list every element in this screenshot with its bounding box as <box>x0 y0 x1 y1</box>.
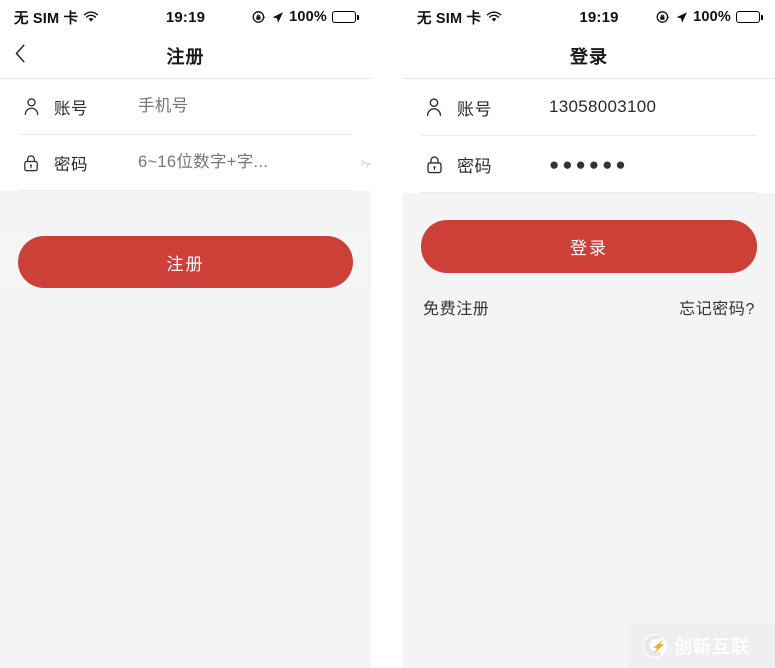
wifi-icon <box>83 11 99 23</box>
rotation-lock-icon <box>252 10 266 24</box>
location-arrow-icon <box>675 11 688 24</box>
register-submit-button[interactable]: 注册 <box>18 236 353 288</box>
password-value[interactable]: ●●●●●● <box>549 156 757 173</box>
location-arrow-icon <box>271 11 284 24</box>
watermark-text: 创新互联 <box>674 637 750 657</box>
battery-full-icon <box>736 11 763 23</box>
register-screen: 无 SIM 卡 19:19 100% 注册 账号 手机号 密码 6~16位数字+… <box>0 0 371 668</box>
password-input[interactable] <box>138 153 358 172</box>
watermark: 创新互联 <box>628 624 775 668</box>
lock-icon <box>18 150 44 176</box>
account-field-row[interactable]: 账号 13058003100 <box>421 79 757 135</box>
register-form: 账号 密码 <box>0 78 371 191</box>
page-title: 登录 <box>570 47 608 67</box>
battery-full-icon <box>332 11 359 23</box>
password-label: 密码 <box>54 155 88 174</box>
account-value[interactable]: 13058003100 <box>549 97 757 117</box>
navigation-bar: 登录 <box>403 34 775 78</box>
eye-closed-icon[interactable] <box>358 152 371 174</box>
battery-percent-label: 100% <box>693 9 731 25</box>
form-bottom-divider <box>18 190 353 191</box>
status-bar: 无 SIM 卡 19:19 100% <box>403 0 775 34</box>
account-label: 账号 <box>457 99 492 119</box>
person-icon <box>421 94 447 120</box>
free-register-link[interactable]: 免费注册 <box>423 295 489 319</box>
account-field-row[interactable]: 账号 <box>18 79 358 134</box>
back-button[interactable] <box>14 41 40 71</box>
account-label: 账号 <box>54 99 88 118</box>
rotation-lock-icon <box>656 10 670 24</box>
dual-screen-comparison: 无 SIM 卡 19:19 100% 注册 账号 手机号 密码 6~16位数字+… <box>0 0 775 668</box>
wifi-icon <box>486 11 502 23</box>
page-title: 注册 <box>166 47 205 67</box>
password-field-row[interactable]: 密码 ●●●●●● <box>421 136 757 192</box>
form-bottom-divider <box>421 192 757 193</box>
status-bar-left: 无 SIM 卡 <box>417 7 502 28</box>
password-label: 密码 <box>457 156 492 176</box>
status-bar-right: 100% <box>252 9 359 25</box>
carrier-label: 无 SIM 卡 <box>417 10 482 27</box>
status-bar-right: 100% <box>656 9 763 25</box>
person-icon <box>18 94 44 120</box>
auth-links-row: 免费注册 忘记密码? <box>421 295 757 319</box>
chuangxin-hulian-logo-icon <box>642 633 668 659</box>
login-screen: 无 SIM 卡 19:19 100% 登录 账号 13058003100 密码 … <box>403 0 775 668</box>
lock-icon <box>421 151 447 177</box>
login-body: 登录 免费注册 忘记密码? <box>403 220 775 319</box>
carrier-label: 无 SIM 卡 <box>14 10 79 27</box>
screen-separator <box>371 0 403 668</box>
login-form: 账号 13058003100 密码 ●●●●●● <box>403 78 775 193</box>
login-submit-button[interactable]: 登录 <box>421 220 757 273</box>
status-bar: 无 SIM 卡 19:19 100% <box>0 0 371 34</box>
status-bar-left: 无 SIM 卡 <box>14 7 99 28</box>
battery-percent-label: 100% <box>289 9 327 25</box>
register-body: 注册 <box>0 236 371 288</box>
password-field-row[interactable]: 密码 <box>18 135 371 190</box>
forgot-password-link[interactable]: 忘记密码? <box>679 295 755 319</box>
account-input[interactable] <box>138 97 358 116</box>
chevron-left-icon <box>14 43 27 69</box>
navigation-bar: 注册 <box>0 34 371 78</box>
